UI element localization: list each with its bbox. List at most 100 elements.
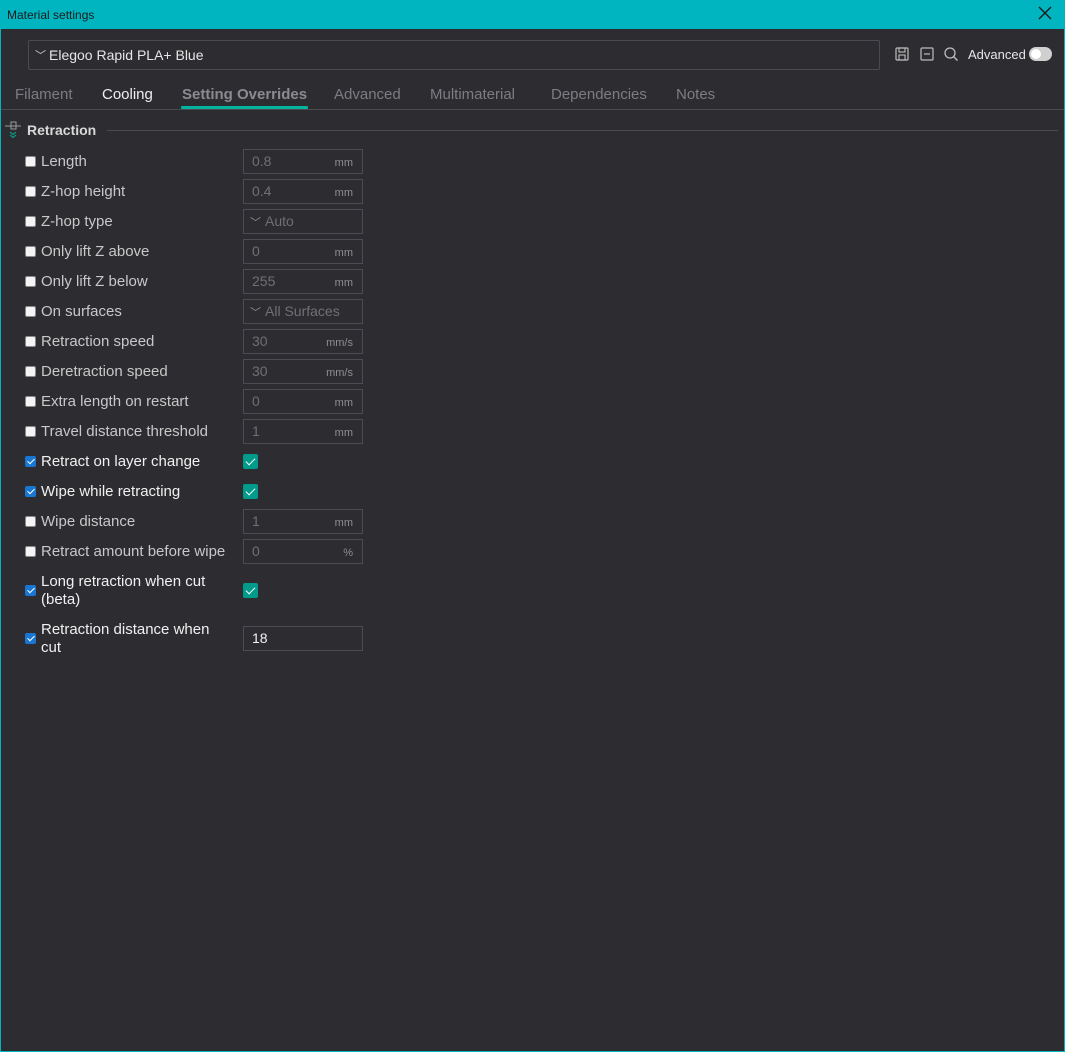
setting-label: Travel distance threshold [41,423,209,440]
override-checkbox[interactable] [25,336,36,347]
window-title: Material settings [7,8,95,22]
setting-label: Retraction speed [41,333,155,350]
z-hop-type-select[interactable]: ﹀ Auto [243,209,363,234]
override-checkbox[interactable] [25,456,36,467]
field-unit: mm/s [326,337,353,349]
setting-label: Retraction distance when cut [41,621,209,657]
field-value: All Surfaces [265,303,340,319]
tab-dependencies[interactable]: Dependencies [551,86,647,103]
tab-advanced[interactable]: Advanced [334,86,401,103]
tab-bar: Filament Cooling Setting Overrides Advan… [1,83,1064,110]
deretraction-speed-input[interactable]: 30 mm/s [243,359,363,384]
retract-amount-before-wipe-input[interactable]: 0 % [243,539,363,564]
override-checkbox[interactable] [25,633,36,644]
setting-label: Extra length on restart [41,393,189,410]
field-unit: mm [334,427,353,439]
setting-row-wipe-distance: Wipe distance 1 mm [1,507,401,537]
field-unit: mm [334,397,353,409]
collapse-icon[interactable] [919,46,935,62]
long-retraction-when-cut-checkbox[interactable] [243,583,258,598]
setting-row-z-hop-height: Z-hop height 0.4 mm [1,177,401,207]
on-surfaces-select[interactable]: ﹀ All Surfaces [243,299,363,324]
field-unit: mm [334,187,353,199]
retract-on-layer-change-checkbox[interactable] [243,454,258,469]
tab-setting-overrides[interactable]: Setting Overrides [182,86,307,103]
setting-row-retract-amount-before-wipe: Retract amount before wipe 0 % [1,537,401,567]
field-value: 30 [252,363,268,379]
override-checkbox[interactable] [25,396,36,407]
setting-label: On surfaces [41,303,122,320]
setting-label: Long retraction when cut (beta) [41,573,205,609]
field-unit: mm/s [326,367,353,379]
tab-filament[interactable]: Filament [15,86,73,103]
field-unit: mm [334,247,353,259]
setting-row-length: Length 0.8 mm [1,147,401,177]
section-collapse-icon[interactable] [5,120,21,139]
setting-row-z-hop-type: Z-hop type ﹀ Auto [1,207,401,237]
retraction-speed-input[interactable]: 30 mm/s [243,329,363,354]
field-unit: % [343,547,353,559]
setting-label: Wipe distance [41,513,136,530]
setting-label: Length [41,153,87,170]
override-checkbox[interactable] [25,216,36,227]
field-value: 18 [252,630,268,646]
field-value: 0 [252,393,260,409]
override-checkbox[interactable] [25,306,36,317]
chevron-down-icon: ﹀ [35,50,46,62]
setting-label: Only lift Z above [41,243,150,260]
section-divider [107,130,1058,131]
length-input[interactable]: 0.8 mm [243,149,363,174]
field-value: 0 [252,543,260,559]
override-checkbox[interactable] [25,546,36,557]
only-lift-z-above-input[interactable]: 0 mm [243,239,363,264]
field-value: 0.4 [252,183,272,199]
override-checkbox[interactable] [25,246,36,257]
section-title: Retraction [27,122,97,138]
field-unit: mm [334,277,353,289]
save-icon[interactable] [894,46,910,62]
override-checkbox[interactable] [25,426,36,437]
field-value: Auto [265,213,294,229]
travel-distance-threshold-input[interactable]: 1 mm [243,419,363,444]
chevron-down-icon: ﹀ [250,217,261,229]
tab-notes[interactable]: Notes [676,86,715,103]
override-checkbox[interactable] [25,366,36,377]
toggle-knob [1031,49,1041,59]
setting-label: Retract amount before wipe [41,543,226,560]
override-checkbox[interactable] [25,486,36,497]
field-unit: mm [334,517,353,529]
setting-row-extra-length-on-restart: Extra length on restart 0 mm [1,387,401,417]
material-settings-window: Material settings ﹀ Elegoo Rapid PLA+ Bl… [0,0,1065,1052]
extra-length-input[interactable]: 0 mm [243,389,363,414]
setting-row-retract-on-layer-change: Retract on layer change [1,447,401,477]
retraction-distance-when-cut-input[interactable]: 18 [243,626,363,651]
close-icon[interactable] [1038,6,1054,22]
setting-row-deretraction-speed: Deretraction speed 30 mm/s [1,357,401,387]
field-value: 30 [252,333,268,349]
field-value: 1 [252,423,260,439]
override-checkbox[interactable] [25,186,36,197]
tab-multimaterial[interactable]: Multimaterial [430,86,515,103]
tab-cooling[interactable]: Cooling [102,86,153,103]
field-value: 0.8 [252,153,272,169]
chevron-down-icon: ﹀ [250,307,261,319]
setting-row-only-lift-z-above: Only lift Z above 0 mm [1,237,401,267]
active-tab-underline [181,106,308,109]
override-checkbox[interactable] [25,276,36,287]
only-lift-z-below-input[interactable]: 255 mm [243,269,363,294]
z-hop-height-input[interactable]: 0.4 mm [243,179,363,204]
preset-selector[interactable]: ﹀ Elegoo Rapid PLA+ Blue [28,40,880,70]
preset-name: Elegoo Rapid PLA+ Blue [49,47,204,63]
setting-label: Only lift Z below [41,273,148,290]
search-icon[interactable] [943,46,959,62]
override-checkbox[interactable] [25,516,36,527]
override-checkbox[interactable] [25,156,36,167]
field-value: 255 [252,273,276,289]
advanced-toggle[interactable] [1029,47,1052,61]
setting-label: Z-hop type [41,213,113,230]
wipe-distance-input[interactable]: 1 mm [243,509,363,534]
override-checkbox[interactable] [25,585,36,596]
wipe-while-retracting-checkbox[interactable] [243,484,258,499]
setting-row-long-retraction-when-cut: Long retraction when cut (beta) [1,572,401,612]
setting-row-travel-distance-threshold: Travel distance threshold 1 mm [1,417,401,447]
